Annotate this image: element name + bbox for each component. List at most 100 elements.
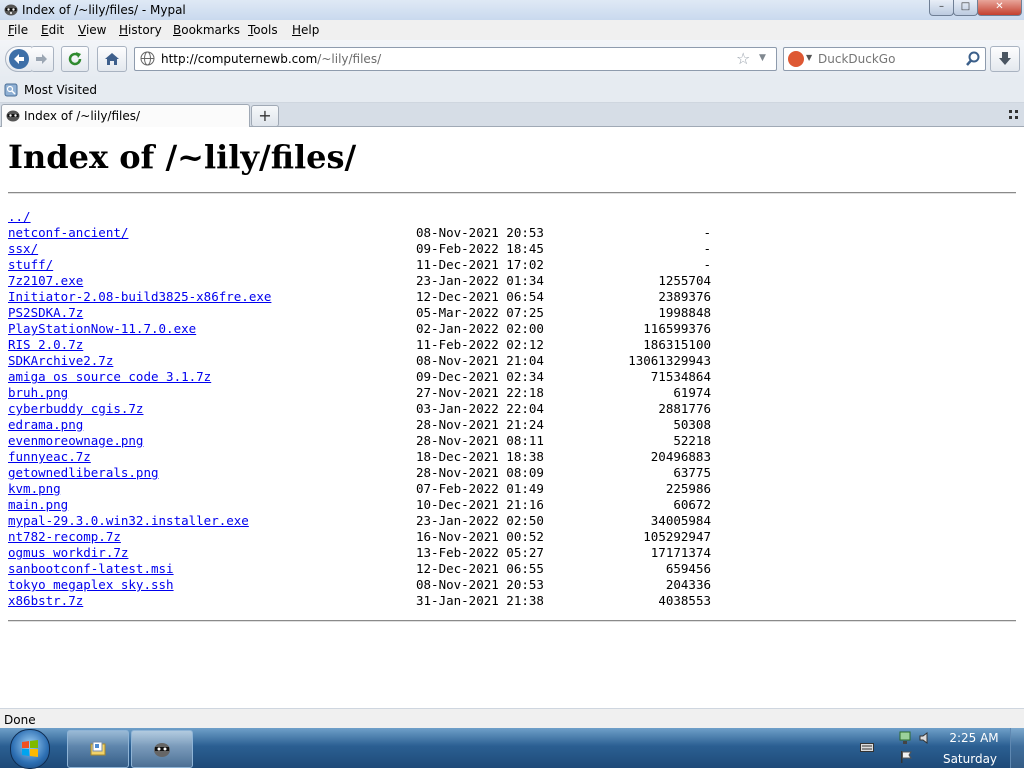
search-input[interactable] xyxy=(818,51,958,67)
file-size: 659456 xyxy=(665,561,711,576)
url-history-dropdown-icon[interactable]: ▼ xyxy=(759,53,766,63)
file-link[interactable]: x86bstr.7z xyxy=(8,593,83,609)
file-size: 1998848 xyxy=(658,305,711,320)
file-link[interactable]: RIS 2.0.7z xyxy=(8,337,83,353)
window-title: Index of /~lily/files/ - Mypal xyxy=(22,3,186,17)
title-bar: Index of /~lily/files/ - Mypal – □ ✕ xyxy=(0,0,1024,21)
file-size: 52218 xyxy=(673,433,711,448)
file-link[interactable]: mypal-29.3.0.win32.installer.exe xyxy=(8,513,249,529)
search-magnifier-icon[interactable] xyxy=(964,50,982,68)
file-size: 20496883 xyxy=(650,449,711,464)
menu-tools[interactable]: Tools xyxy=(248,23,278,37)
bookmark-star-icon[interactable]: ☆ xyxy=(736,49,750,68)
keyboard-tray-icon[interactable] xyxy=(860,741,874,753)
listing-row: 7z2107.exe 23-Jan-2022 01:34 1255704 xyxy=(8,273,1008,289)
listing-row: Initiator-2.08-build3825-x86fre.exe 12-De… xyxy=(8,289,1008,305)
back-button[interactable] xyxy=(5,46,33,72)
listing-row: ../ xyxy=(8,209,1008,225)
file-link[interactable]: kvm.png xyxy=(8,481,61,497)
file-date: 10-Dec-2021 21:16 xyxy=(416,497,544,512)
file-date: 28-Nov-2021 08:11 xyxy=(416,433,544,448)
file-link[interactable]: PlayStationNow-11.7.0.exe xyxy=(8,321,196,337)
file-link[interactable]: getownedliberals.png xyxy=(8,465,159,481)
file-date: 27-Nov-2021 22:18 xyxy=(416,385,544,400)
file-link[interactable]: nt782-recomp.7z xyxy=(8,529,121,545)
file-size: 225986 xyxy=(665,481,711,496)
tab-active[interactable]: Index of /~lily/files/ xyxy=(1,104,250,127)
url-text: http://computernewb.com/~lily/files/ xyxy=(161,52,382,66)
file-link[interactable]: sanbootconf-latest.msi xyxy=(8,561,174,577)
home-button[interactable] xyxy=(97,46,127,72)
listing-row: kvm.png 07-Feb-2022 01:49 225986 xyxy=(8,481,1008,497)
file-link[interactable]: edrama.png xyxy=(8,417,83,433)
listing-row: getownedliberals.png 28-Nov-2021 08:09 637… xyxy=(8,465,1008,481)
file-link[interactable]: main.png xyxy=(8,497,68,513)
list-all-tabs-icon[interactable] xyxy=(1009,110,1018,119)
file-link[interactable]: cyberbuddy cgis.7z xyxy=(8,401,143,417)
taskbar-explorer-button[interactable] xyxy=(67,730,129,768)
file-date: 23-Jan-2022 02:50 xyxy=(416,513,544,528)
file-link[interactable]: bruh.png xyxy=(8,385,68,401)
most-visited-bookmark[interactable]: Most Visited xyxy=(24,83,97,97)
reload-button[interactable] xyxy=(61,46,89,72)
file-link[interactable]: evenmoreownage.png xyxy=(8,433,143,449)
file-size: - xyxy=(703,241,711,256)
taskbar-mypal-button[interactable] xyxy=(131,730,193,768)
search-engine-dropdown-icon[interactable]: ▼ xyxy=(806,53,812,62)
file-date: 08-Nov-2021 21:04 xyxy=(416,353,544,368)
menu-file[interactable]: File xyxy=(8,23,28,37)
mypal-raccoon-icon xyxy=(154,743,170,757)
file-link[interactable]: Initiator-2.08-build3825-x86fre.exe xyxy=(8,289,271,305)
file-link[interactable]: stuff/ xyxy=(8,257,53,273)
volume-tray-icon[interactable] xyxy=(918,731,932,745)
action-center-flag-icon[interactable] xyxy=(898,750,914,764)
listing-row: sanbootconf-latest.msi 12-Dec-2021 06:55 6… xyxy=(8,561,1008,577)
status-bar: Done xyxy=(0,708,1024,729)
clock-time[interactable]: 2:25 AM xyxy=(944,731,1004,745)
file-size: 63775 xyxy=(673,465,711,480)
file-link[interactable]: ogmus workdir.7z xyxy=(8,545,128,561)
show-desktop-button[interactable] xyxy=(1010,728,1024,768)
listing-row: mypal-29.3.0.win32.installer.exe 23-Jan-2… xyxy=(8,513,1008,529)
file-size: 13061329943 xyxy=(628,353,711,368)
start-button[interactable] xyxy=(10,729,50,769)
listing-row: cyberbuddy cgis.7z 03-Jan-2022 22:04 28817… xyxy=(8,401,1008,417)
file-link[interactable]: netconf-ancient/ xyxy=(8,225,128,241)
file-link[interactable]: tokyo megaplex sky.ssh xyxy=(8,577,174,593)
back-arrow-icon xyxy=(9,49,29,69)
listing-row: main.png 10-Dec-2021 21:16 60672 xyxy=(8,497,1008,513)
listing-row: funnyeac.7z 18-Dec-2021 18:38 20496883 xyxy=(8,449,1008,465)
menu-history[interactable]: History xyxy=(119,23,162,37)
downloads-button[interactable] xyxy=(990,46,1020,72)
menu-bookmarks[interactable]: Bookmarks xyxy=(173,23,240,37)
duckduckgo-icon[interactable] xyxy=(788,51,804,67)
file-date: 13-Feb-2022 05:27 xyxy=(416,545,544,560)
listing-row: x86bstr.7z 31-Jan-2021 21:38 4038553 xyxy=(8,593,1008,609)
file-link[interactable]: 7z2107.exe xyxy=(8,273,83,289)
mypal-raccoon-icon xyxy=(4,4,18,16)
file-link[interactable]: SDKArchive2.7z xyxy=(8,353,113,369)
file-link[interactable]: ../ xyxy=(8,209,31,225)
menu-view[interactable]: View xyxy=(78,23,106,37)
new-tab-button[interactable]: + xyxy=(251,105,279,127)
file-date: 12-Dec-2021 06:55 xyxy=(416,561,544,576)
windows-logo-icon xyxy=(22,740,38,757)
file-link[interactable]: ssx/ xyxy=(8,241,38,257)
menu-help[interactable]: Help xyxy=(292,23,319,37)
file-link[interactable]: amiga os source code 3.1.7z xyxy=(8,369,211,385)
address-bar[interactable]: http://computernewb.com/~lily/files/ ☆ ▼ xyxy=(134,47,777,71)
file-date: 05-Mar-2022 07:25 xyxy=(416,305,544,320)
file-link[interactable]: funnyeac.7z xyxy=(8,449,91,465)
forward-button[interactable] xyxy=(31,46,54,72)
maximize-button[interactable]: □ xyxy=(953,0,978,16)
file-link[interactable]: PS2SDKA.7z xyxy=(8,305,83,321)
minimize-button[interactable]: – xyxy=(929,0,954,16)
clock-day[interactable]: Saturday xyxy=(940,752,1000,766)
file-listing: ../netconf-ancient/08-Nov-2021 20:53- ssx… xyxy=(8,209,1008,609)
navigation-toolbar: http://computernewb.com/~lily/files/ ☆ ▼… xyxy=(0,40,1024,78)
menu-edit[interactable]: Edit xyxy=(41,23,64,37)
file-size: 60672 xyxy=(673,497,711,512)
close-button[interactable]: ✕ xyxy=(977,0,1022,16)
network-tray-icon[interactable] xyxy=(898,731,914,745)
download-arrow-icon xyxy=(999,52,1011,65)
